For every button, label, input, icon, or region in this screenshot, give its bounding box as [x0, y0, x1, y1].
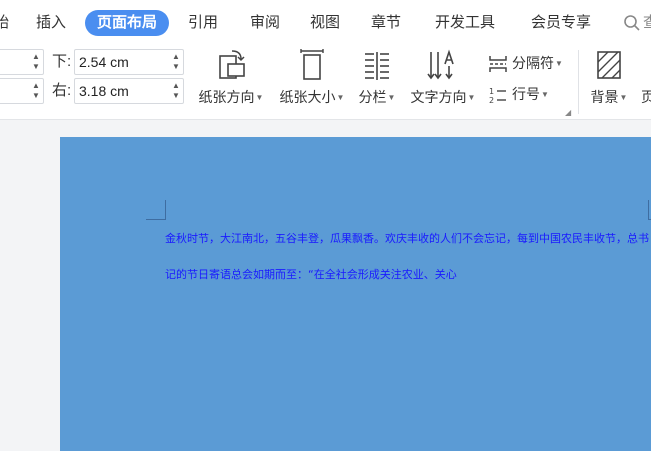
background-button[interactable]: 背景▼: [586, 48, 632, 107]
bottom-margin-value[interactable]: 2.54 cm: [79, 50, 129, 74]
chevron-down-icon: ▼: [555, 59, 563, 69]
tab-developer[interactable]: 开发工具: [435, 10, 495, 36]
top-margin-spinner[interactable]: ▲ ▼: [0, 49, 44, 75]
separator-button[interactable]: 分隔符▼: [488, 53, 563, 74]
document-text-line[interactable]: 记的节日寄语总会如期而至：“在全社会形成关注农业、关心: [165, 268, 457, 282]
document-text-line[interactable]: 金秋时节，大江南北，五谷丰登，瓜果飘香。欢庆丰收的人们不会忘记，每到中国农民丰收…: [165, 232, 649, 246]
search-label-partial: 查: [643, 14, 651, 31]
dialog-launcher-icon[interactable]: ◢: [565, 108, 571, 117]
tab-member[interactable]: 会员专享: [531, 10, 591, 36]
right-margin-spinner[interactable]: 3.18 cm ▲ ▼: [74, 78, 184, 104]
page-size-label: 纸张大小: [279, 89, 336, 105]
right-margin-label: 右:: [52, 82, 72, 99]
columns-button[interactable]: 分栏▼: [354, 48, 400, 107]
tab-references[interactable]: 引用: [188, 10, 218, 36]
orientation-icon: [219, 50, 245, 79]
line-numbers-label: 行号: [512, 86, 540, 102]
text-direction-label: 文字方向: [410, 89, 467, 105]
ribbon-toolbar: ▲ ▼ ▲ ▼ 下: 2.54 cm ▲ ▼ 右: 3.18 cm ▲ ▼ 纸张方向▼ …: [0, 44, 651, 120]
left-margin-spinner[interactable]: ▲ ▼: [0, 78, 44, 104]
document-canvas[interactable]: [0, 121, 651, 451]
menu-tab-bar: 始 插入 页面布局 引用 审阅 视图 章节 开发工具 会员专享 查: [0, 0, 651, 44]
separator-label: 分隔符: [512, 55, 554, 71]
spinner-arrows-icon[interactable]: ▲ ▼: [171, 52, 181, 72]
chevron-down-icon: ▼: [387, 93, 396, 103]
tab-chapter[interactable]: 章节: [371, 10, 401, 36]
columns-icon: [365, 52, 389, 80]
tab-insert[interactable]: 插入: [36, 10, 66, 36]
tab-review[interactable]: 审阅: [250, 10, 280, 36]
line-numbers-icon: 1 2: [489, 87, 506, 105]
page-border-label: 页: [641, 89, 651, 105]
bottom-margin-spinner[interactable]: 2.54 cm ▲ ▼: [74, 49, 184, 75]
svg-text:1: 1: [489, 87, 494, 96]
chevron-down-icon: ▼: [619, 93, 628, 103]
orientation-label: 纸张方向: [198, 89, 255, 105]
spinner-arrows-icon[interactable]: ▲ ▼: [31, 52, 41, 72]
spinner-arrows-icon[interactable]: ▲ ▼: [31, 81, 41, 101]
tab-page-layout[interactable]: 页面布局: [85, 10, 170, 36]
tab-view[interactable]: 视图: [310, 10, 340, 36]
page-size-icon: [300, 49, 324, 80]
svg-text:2: 2: [489, 96, 494, 104]
search-icon[interactable]: [623, 14, 641, 32]
background-label: 背景: [590, 89, 619, 105]
page-break-icon: [489, 56, 507, 73]
margin-corner-mark: [146, 200, 166, 220]
background-icon: [597, 51, 621, 79]
right-margin-value[interactable]: 3.18 cm: [79, 79, 129, 103]
line-numbers-button[interactable]: 1 2 行号▼: [488, 84, 549, 105]
columns-label: 分栏: [358, 89, 387, 105]
spinner-arrows-icon[interactable]: ▲ ▼: [171, 81, 181, 101]
page-border-button-partial[interactable]: 页: [638, 48, 651, 106]
bottom-margin-label: 下:: [52, 53, 72, 70]
orientation-button[interactable]: 纸张方向▼: [194, 48, 268, 107]
page-size-button[interactable]: 纸张大小▼: [275, 48, 349, 107]
text-direction-icon: [427, 49, 454, 80]
text-direction-button[interactable]: 文字方向▼: [406, 48, 480, 107]
chevron-down-icon: ▼: [541, 90, 549, 100]
document-page[interactable]: [60, 137, 651, 451]
chevron-down-icon: ▼: [336, 93, 345, 103]
tab-start-partial[interactable]: 始: [0, 10, 9, 36]
group-divider: [578, 50, 579, 114]
chevron-down-icon: ▼: [467, 93, 476, 103]
chevron-down-icon: ▼: [255, 93, 264, 103]
